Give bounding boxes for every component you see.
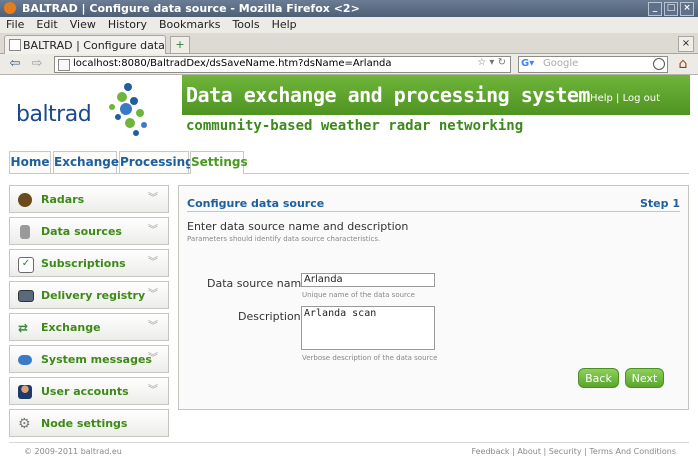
configure-panel: Configure data source Step 1 Enter data … xyxy=(178,185,689,410)
back-button[interactable]: Back xyxy=(578,368,619,388)
new-tab-button[interactable]: + xyxy=(170,36,190,54)
page-icon xyxy=(58,59,70,71)
description-textarea[interactable]: Arlanda scan xyxy=(301,306,435,350)
description-label: Description xyxy=(238,310,301,323)
chevron-down-icon: ︾ xyxy=(148,353,158,364)
chevron-down-icon: ︾ xyxy=(148,321,158,332)
next-button[interactable]: Next xyxy=(625,368,664,388)
menu-help[interactable]: Help xyxy=(266,17,303,33)
user-icon xyxy=(18,385,32,399)
back-icon[interactable]: ⇦ xyxy=(6,56,24,72)
search-placeholder: Google xyxy=(543,58,579,69)
main-tabs: Home Exchange Processing Settings xyxy=(9,151,689,174)
sidebar-item-subscriptions[interactable]: ✓ Subscriptions ︾ xyxy=(9,249,169,277)
home-icon[interactable]: ⌂ xyxy=(674,55,692,73)
browser-tab-strip: BALTRAD | Configure data source + × xyxy=(0,33,698,65)
navigation-bar: ⇦ ⇨ localhost:8080/BaltradDex/dsSaveName… xyxy=(0,54,698,75)
sidebar-item-label: Exchange xyxy=(41,321,101,334)
firefox-icon xyxy=(4,2,16,14)
search-box[interactable]: G▾ Google xyxy=(518,56,668,73)
message-icon xyxy=(18,355,32,365)
banner-title: Data exchange and processing system xyxy=(186,83,590,107)
menu-bookmarks[interactable]: Bookmarks xyxy=(153,17,226,33)
window-title: BALTRAD | Configure data source - Mozill… xyxy=(22,2,360,15)
footer-links[interactable]: Feedback | About | Security | Terms And … xyxy=(471,447,676,456)
header-banner: Data exchange and processing system Help… xyxy=(182,75,690,115)
radar-icon xyxy=(18,193,32,207)
gear-icon: ⚙ xyxy=(18,416,31,432)
favicon-icon xyxy=(9,39,21,51)
chevron-down-icon: ︾ xyxy=(148,289,158,300)
menu-history[interactable]: History xyxy=(102,17,153,33)
close-window-button[interactable]: × xyxy=(680,2,694,16)
tab-exchange[interactable]: Exchange xyxy=(53,151,119,173)
data-source-name-label: Data source name xyxy=(207,277,308,290)
sidebar-item-label: Data sources xyxy=(41,225,122,238)
footer-copyright: © 2009-2011 baltrad.eu xyxy=(24,447,122,456)
monitor-icon xyxy=(18,290,34,302)
minimize-button[interactable]: _ xyxy=(648,2,662,16)
sidebar-item-label: Delivery registry xyxy=(41,289,146,302)
logo-text: baltrad xyxy=(16,102,92,127)
bookmark-star-icon[interactable]: ☆ ▾ ↻ xyxy=(477,57,506,68)
search-icon[interactable] xyxy=(653,58,665,70)
menu-bar: File Edit View History Bookmarks Tools H… xyxy=(0,17,698,33)
baltrad-logo[interactable]: baltrad xyxy=(16,83,166,137)
sidebar-item-label: Subscriptions xyxy=(41,257,126,270)
sidebar-item-node-settings[interactable]: ⚙ Node settings xyxy=(9,409,169,437)
sidebar-item-radars[interactable]: Radars ︾ xyxy=(9,185,169,213)
exchange-icon: ⇄ xyxy=(18,321,29,335)
url-bar[interactable]: localhost:8080/BaltradDex/dsSaveName.htm… xyxy=(54,56,511,73)
data-source-name-input[interactable]: Arlanda xyxy=(301,273,435,287)
sidebar-item-delivery-registry[interactable]: Delivery registry ︾ xyxy=(9,281,169,309)
menu-tools[interactable]: Tools xyxy=(226,17,265,33)
close-tab-button[interactable]: × xyxy=(678,36,694,52)
header-links[interactable]: Help | Log out xyxy=(590,93,660,104)
tab-processing[interactable]: Processing xyxy=(119,151,194,173)
panel-intro: Enter data source name and description xyxy=(187,220,409,233)
checkbox-icon: ✓ xyxy=(18,257,34,273)
window-controls: _ □ × xyxy=(648,2,694,16)
panel-header: Configure data source Step 1 xyxy=(187,197,680,212)
site-subtitle: community-based weather radar networking xyxy=(186,118,524,134)
panel-hint: Parameters should identify data source c… xyxy=(187,235,381,243)
chevron-down-icon: ︾ xyxy=(148,257,158,268)
chevron-down-icon: ︾ xyxy=(148,225,158,236)
database-icon xyxy=(20,225,30,239)
data-source-name-hint: Unique name of the data source xyxy=(302,291,415,299)
sidebar-item-user-accounts[interactable]: User accounts ︾ xyxy=(9,377,169,405)
footer-divider xyxy=(9,442,689,443)
sidebar-item-exchange[interactable]: ⇄ Exchange ︾ xyxy=(9,313,169,341)
menu-view[interactable]: View xyxy=(64,17,102,33)
web-page: baltrad Data exchange and processing sys… xyxy=(0,75,698,464)
sidebar-item-data-sources[interactable]: Data sources ︾ xyxy=(9,217,169,245)
chevron-down-icon: ︾ xyxy=(148,385,158,396)
sidebar-item-label: System messages xyxy=(41,353,152,366)
logo-dots-icon xyxy=(109,83,147,136)
sidebar-item-label: User accounts xyxy=(41,385,129,398)
chevron-down-icon: ︾ xyxy=(148,193,158,204)
browser-tab[interactable]: BALTRAD | Configure data source xyxy=(4,35,166,65)
menu-file[interactable]: File xyxy=(0,17,30,33)
tab-settings[interactable]: Settings xyxy=(190,151,248,174)
panel-title: Configure data source xyxy=(187,197,325,210)
forward-icon[interactable]: ⇨ xyxy=(28,56,46,72)
maximize-button[interactable]: □ xyxy=(664,2,678,16)
menu-edit[interactable]: Edit xyxy=(30,17,63,33)
sidebar-item-system-messages[interactable]: System messages ︾ xyxy=(9,345,169,373)
window-title-bar: BALTRAD | Configure data source - Mozill… xyxy=(0,0,698,17)
tab-home[interactable]: Home xyxy=(9,151,51,173)
sidebar-item-label: Node settings xyxy=(41,417,128,430)
sidebar-item-label: Radars xyxy=(41,193,85,206)
google-icon[interactable]: G▾ xyxy=(521,58,534,69)
description-hint: Verbose description of the data source xyxy=(302,354,438,362)
url-text: localhost:8080/BaltradDex/dsSaveName.htm… xyxy=(73,58,392,69)
step-indicator: Step 1 xyxy=(640,197,680,210)
